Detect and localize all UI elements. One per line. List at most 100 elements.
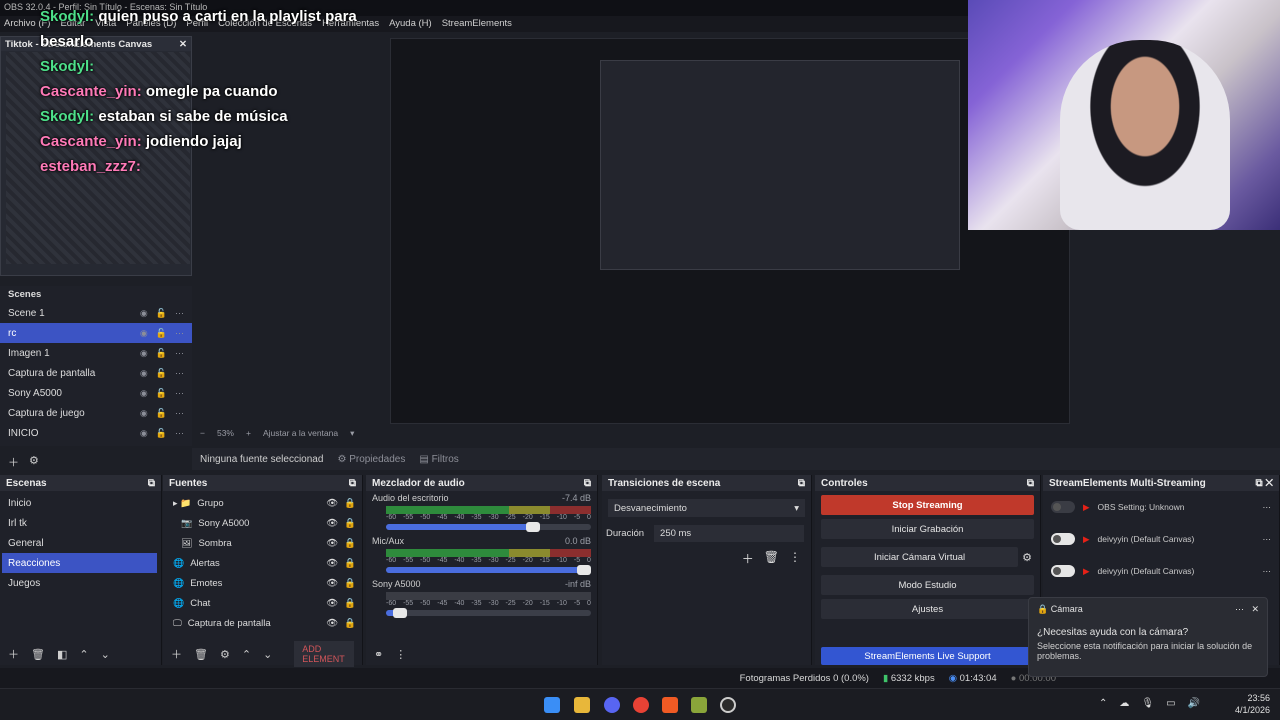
source-item[interactable]: ▸ 📁 Grupo 👁 🔒 [163, 493, 362, 513]
multistream-row[interactable]: ▶ deivyyin (Default Canvas) ⋯ [1043, 523, 1279, 555]
virtual-camera-button[interactable]: Iniciar Cámara Virtual [821, 547, 1019, 567]
lock-icon[interactable]: 🔒 [344, 558, 356, 569]
scene-tree-item[interactable]: Imagen 1 ◉ 🔓 ⋯ [0, 343, 192, 363]
folder-icon[interactable] [574, 697, 590, 713]
live-support-button[interactable]: StreamElements Live Support [821, 647, 1034, 665]
dock-controls[interactable]: ⧉ ✕ [1255, 478, 1273, 489]
clock[interactable]: 23:56 4/1/2026 [1235, 692, 1270, 716]
start-icon[interactable] [544, 697, 560, 713]
filters-button[interactable]: ▤ Filtros [419, 454, 458, 465]
chevron-up-icon[interactable]: ⌃ [1099, 698, 1107, 709]
filter-icon[interactable]: ◧ [57, 648, 67, 661]
source-item[interactable]: 🌐 Chat 👁 🔒 [163, 593, 362, 613]
more-icon[interactable]: ⋯ [1263, 502, 1272, 513]
toggle-switch[interactable] [1051, 501, 1075, 513]
lock-icon[interactable]: 🔒 [344, 518, 356, 529]
mic-icon[interactable]: 🎙 [1141, 698, 1154, 709]
scene-tree-item[interactable]: INICIO ◉ 🔓 ⋯ [0, 423, 192, 443]
scene-tree-item[interactable]: rc ◉ 🔓 ⋯ [0, 323, 192, 343]
lock-icon[interactable]: 🔒 [344, 538, 356, 549]
more-icon[interactable]: ⋯ [175, 428, 184, 439]
more-icon[interactable]: ⋯ [175, 328, 184, 339]
multistream-row[interactable]: ▶ OBS Setting: Unknown ⋯ [1043, 491, 1279, 523]
scene-item[interactable]: Inicio [2, 493, 157, 513]
multistream-row[interactable]: ▶ deivyyin (Default Canvas) ⋯ [1043, 555, 1279, 587]
start-recording-button[interactable]: Iniciar Grabación [821, 519, 1034, 539]
volume-knob[interactable] [577, 565, 591, 575]
lock-icon[interactable]: 🔒 [344, 498, 356, 509]
more-icon[interactable]: ⋮ [789, 550, 801, 567]
source-item[interactable]: 🌐 Emotes 👁 🔒 [163, 573, 362, 593]
volume-knob[interactable] [525, 522, 540, 532]
source-item[interactable]: 📷 Sony A5000 👁 🔒 [163, 513, 362, 533]
cloud-icon[interactable]: ☁ [1119, 698, 1129, 709]
add-element-button[interactable]: ADD ELEMENT [294, 641, 354, 667]
zoom-in-icon[interactable]: + [246, 428, 251, 442]
lock-icon[interactable]: 🔒 [344, 578, 356, 589]
add-icon[interactable]: ＋ [8, 454, 19, 469]
source-item[interactable]: 🌐 Alertas 👁 🔒 [163, 553, 362, 573]
lock-icon[interactable]: 🔓 [156, 368, 167, 379]
eye-icon[interactable]: 👁 [326, 598, 338, 609]
chrome-icon[interactable] [633, 697, 649, 713]
eye-icon[interactable]: 👁 [326, 558, 338, 569]
obs-icon[interactable] [720, 697, 736, 713]
brave-icon[interactable] [662, 697, 678, 713]
dock-undock-icon[interactable]: ⧉ [798, 478, 805, 489]
lock-icon[interactable]: 🔓 [156, 308, 167, 319]
trash-icon[interactable]: 🗑 [31, 648, 45, 661]
more-icon[interactable]: ⋯ [175, 308, 184, 319]
zoom-mode[interactable]: Ajustar a la ventana [263, 428, 338, 442]
duration-input[interactable]: 250 ms [654, 525, 805, 542]
eye-icon[interactable]: ◉ [140, 308, 148, 319]
eye-icon[interactable]: ◉ [140, 408, 148, 419]
link-icon[interactable]: ⚭ [374, 648, 383, 661]
menu-item[interactable]: Ayuda (H) [389, 18, 432, 30]
lock-icon[interactable]: 🔓 [156, 328, 167, 339]
eye-icon[interactable]: ◉ [140, 328, 148, 339]
scene-item[interactable]: Juegos [2, 573, 157, 593]
up-icon[interactable]: ⌃ [79, 648, 88, 661]
camera-notification[interactable]: 🔒 Cámara ⋯ ✕ ¿Necesitas ayuda con la cám… [1028, 597, 1268, 677]
lock-icon[interactable]: 🔒 [344, 618, 356, 629]
stop-streaming-button[interactable]: Stop Streaming [821, 495, 1034, 515]
up-icon[interactable]: ⌃ [242, 648, 251, 661]
eye-icon[interactable]: ◉ [140, 348, 148, 359]
scene-tree-item[interactable]: Sony A5000 ◉ 🔓 ⋯ [0, 383, 192, 403]
settings-button[interactable]: Ajustes [821, 599, 1034, 619]
volume-slider[interactable] [386, 565, 591, 575]
close-icon[interactable]: ⋯ ✕ [1235, 604, 1259, 615]
lock-icon[interactable]: 🔒 [344, 598, 356, 609]
dock-undock-icon[interactable]: ⧉ [349, 478, 356, 489]
volume-icon[interactable]: 🔊 [1188, 698, 1200, 709]
more-icon[interactable]: ⋯ [175, 408, 184, 419]
eye-icon[interactable]: 👁 [326, 538, 338, 549]
eye-icon[interactable]: 👁 [326, 618, 338, 629]
lock-icon[interactable]: 🔓 [156, 388, 167, 399]
down-icon[interactable]: ⌄ [263, 648, 272, 661]
lock-icon[interactable]: 🔓 [156, 428, 167, 439]
transition-select[interactable]: Desvanecimiento ▾ [608, 499, 805, 517]
properties-button[interactable]: ⚙ Propiedades [337, 454, 405, 465]
volume-slider[interactable] [386, 522, 591, 532]
eye-icon[interactable]: ◉ [140, 428, 148, 439]
down-icon[interactable]: ⌄ [101, 648, 110, 661]
add-icon[interactable]: ＋ [171, 646, 182, 662]
more-icon[interactable]: ⋯ [1263, 534, 1272, 545]
add-icon[interactable]: ＋ [742, 550, 754, 567]
source-item[interactable]: 🖵 Captura de pantalla 👁 🔒 [163, 613, 362, 633]
lock-icon[interactable]: 🔓 [156, 348, 167, 359]
scene-item[interactable]: Irl tk [2, 513, 157, 533]
trash-icon[interactable]: 🗑 [194, 648, 208, 661]
dock-undock-icon[interactable]: ⧉ [584, 478, 591, 489]
eye-icon[interactable]: 👁 [326, 578, 338, 589]
toggle-switch[interactable] [1051, 533, 1075, 545]
dock-undock-icon[interactable]: ⧉ [148, 478, 155, 489]
menu-item[interactable]: StreamElements [442, 18, 512, 30]
eye-icon[interactable]: 👁 [326, 518, 338, 529]
more-icon[interactable]: ⋯ [1263, 566, 1272, 577]
eye-icon[interactable]: 👁 [326, 498, 338, 509]
more-icon[interactable]: ⋯ [175, 368, 184, 379]
scene-tree-item[interactable]: Captura de juego ◉ 🔓 ⋯ [0, 403, 192, 423]
gear-icon[interactable]: ⚙ [220, 648, 230, 661]
